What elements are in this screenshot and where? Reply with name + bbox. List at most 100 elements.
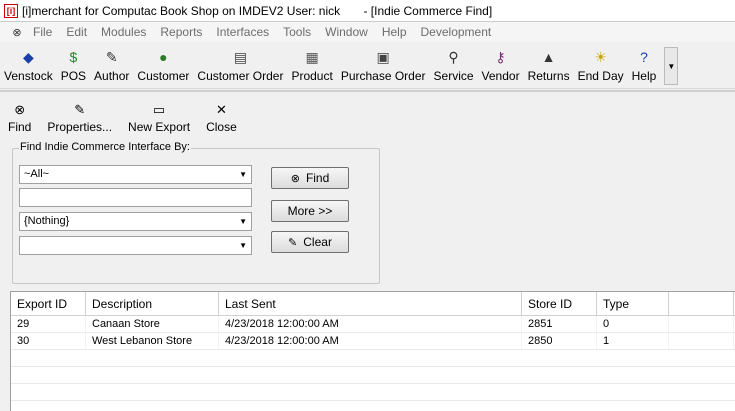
dropdown-arrow-icon[interactable]: ▼ (239, 241, 247, 250)
toolbar-help-button[interactable]: ? Help (628, 43, 661, 85)
column-header-blank[interactable] (669, 292, 734, 315)
toolbar-end-day-button[interactable]: ☀ End Day (574, 43, 628, 85)
find-value-textbox[interactable] (19, 188, 252, 207)
toolbar-service-button[interactable]: ⚲ Service (430, 43, 478, 85)
table-row-empty (11, 367, 735, 384)
clear-button-label: Clear (303, 235, 332, 249)
cell-type: 0 (597, 316, 669, 332)
more-button-label: More >> (287, 204, 333, 218)
subtoolbar-button-label: Properties... (47, 120, 113, 134)
menu-interfaces[interactable]: Interfaces (209, 25, 276, 39)
grid-header: Export ID Description Last Sent Store ID… (11, 292, 735, 316)
toolbar-button-label: Product (291, 69, 333, 83)
new-document-icon: ▭ (152, 102, 166, 117)
find-by-combo[interactable]: ~All~ ▼ (19, 165, 252, 184)
toolbar-purchase-order-button[interactable]: ▣ Purchase Order (337, 43, 430, 85)
toolbar-button-label: Venstock (4, 69, 53, 83)
menu-reports[interactable]: Reports (153, 25, 209, 39)
subtoolbar-button-label: Close (206, 120, 237, 134)
secondary-filter-combo-value: {Nothing} (24, 215, 70, 227)
help-icon: ? (640, 49, 648, 65)
toolbar-button-label: Service (433, 69, 474, 83)
results-grid[interactable]: Export ID Description Last Sent Store ID… (10, 291, 735, 411)
find-button[interactable]: ⊗ Find (271, 167, 349, 189)
new-export-button[interactable]: ▭ New Export (120, 100, 198, 136)
window-title: [i]merchant for Computac Book Shop on IM… (22, 3, 493, 18)
eraser-icon: ✎ (288, 236, 298, 249)
dropdown-arrow-icon[interactable]: ▼ (239, 217, 247, 226)
chevron-down-icon[interactable]: ▼ (664, 47, 679, 85)
diamond-icon: ◆ (22, 48, 34, 65)
more-button[interactable]: More >> (271, 200, 349, 222)
find-by-combo-value: ~All~ (24, 168, 50, 180)
cell-store-id: 2850 (522, 333, 597, 349)
secondary-filter-combo[interactable]: {Nothing} ▼ (19, 212, 252, 231)
returns-icon: ▲ (541, 49, 556, 65)
menu-help[interactable]: Help (375, 25, 414, 39)
column-header-last-sent[interactable]: Last Sent (219, 292, 522, 315)
sub-toolbar: ⊗ Find ✎ Properties... ▭ New Export ✕ Close (0, 100, 735, 136)
column-header-type[interactable]: Type (597, 292, 669, 315)
title-bar: [i] [i]merchant for Computac Book Shop o… (0, 0, 735, 22)
find-groupbox-title: Find Indie Commerce Interface By: (19, 141, 191, 153)
menu-window[interactable]: Window (318, 25, 375, 39)
find-button[interactable]: ⊗ Find (0, 100, 39, 136)
cell-description: Canaan Store (86, 316, 219, 332)
close-icon: ✕ (215, 102, 227, 117)
menu-modules[interactable]: Modules (94, 25, 153, 39)
cell-description: West Lebanon Store (86, 333, 219, 349)
cell-blank (669, 333, 734, 349)
dropdown-arrow-icon[interactable]: ▼ (239, 170, 247, 179)
toolbar-button-label: Help (631, 69, 657, 83)
toolbar-button-label: Customer (137, 69, 190, 83)
binoculars-menu-icon[interactable]: ⊗ (8, 25, 26, 39)
table-row[interactable]: 29 Canaan Store 4/23/2018 12:00:00 AM 28… (11, 316, 735, 333)
toolbar-customer-order-button[interactable]: ▤ Customer Order (193, 43, 287, 85)
table-row-empty (11, 384, 735, 401)
order-icon: ▤ (233, 48, 248, 65)
sun-icon: ☀ (594, 48, 607, 65)
toolbar-author-button[interactable]: ✎ Author (90, 43, 133, 85)
column-header-description[interactable]: Description (86, 292, 219, 315)
column-header-export-id[interactable]: Export ID (11, 292, 86, 315)
dollar-icon: $ (69, 49, 78, 65)
toolbar-product-button[interactable]: ▦ Product (287, 43, 336, 85)
close-button[interactable]: ✕ Close (198, 100, 245, 136)
subtoolbar-button-label: New Export (128, 120, 191, 134)
cell-export-id: 29 (11, 316, 86, 332)
app-icon[interactable]: [i] (4, 3, 18, 18)
binoculars-icon: ⊗ (290, 172, 300, 185)
toolbar-button-label: Purchase Order (340, 69, 426, 83)
toolbar-button-label: End Day (577, 69, 624, 83)
cell-blank (669, 316, 734, 332)
find-button-label: Find (305, 171, 330, 185)
cell-last-sent: 4/23/2018 12:00:00 AM (219, 333, 522, 349)
toolbar-customer-button[interactable]: ● Customer (133, 43, 193, 85)
author-icon: ✎ (105, 48, 118, 65)
toolbar-vendor-button[interactable]: ⚷ Vendor (478, 43, 524, 85)
table-row-empty (11, 350, 735, 367)
toolbar-button-label: Author (94, 69, 130, 83)
toolbar-pos-button[interactable]: $ POS (57, 43, 90, 85)
toolbar-button-label: POS (60, 69, 87, 83)
menu-file[interactable]: File (26, 25, 59, 39)
cell-last-sent: 4/23/2018 12:00:00 AM (219, 316, 522, 332)
toolbar-returns-button[interactable]: ▲ Returns (524, 43, 574, 85)
toolbar-button-label: Vendor (481, 69, 520, 83)
table-row[interactable]: 30 West Lebanon Store 4/23/2018 12:00:00… (11, 333, 735, 350)
subtoolbar-button-label: Find (8, 120, 32, 134)
clear-button[interactable]: ✎ Clear (271, 231, 349, 253)
menu-tools[interactable]: Tools (276, 25, 318, 39)
toolbar-venstock-button[interactable]: ◆ Venstock (0, 43, 57, 85)
menu-development[interactable]: Development (414, 25, 499, 39)
properties-button[interactable]: ✎ Properties... (39, 100, 120, 136)
toolbar-button-label: Returns (527, 69, 570, 83)
menu-edit[interactable]: Edit (59, 25, 94, 39)
globe-icon: ● (159, 49, 168, 65)
toolbar-button-label: Customer Order (197, 69, 284, 83)
vendor-icon: ⚷ (495, 48, 506, 65)
column-header-store-id[interactable]: Store ID (522, 292, 597, 315)
cell-store-id: 2851 (522, 316, 597, 332)
tertiary-filter-combo[interactable]: ▼ (19, 236, 252, 255)
wrench-icon: ⚲ (448, 48, 459, 65)
